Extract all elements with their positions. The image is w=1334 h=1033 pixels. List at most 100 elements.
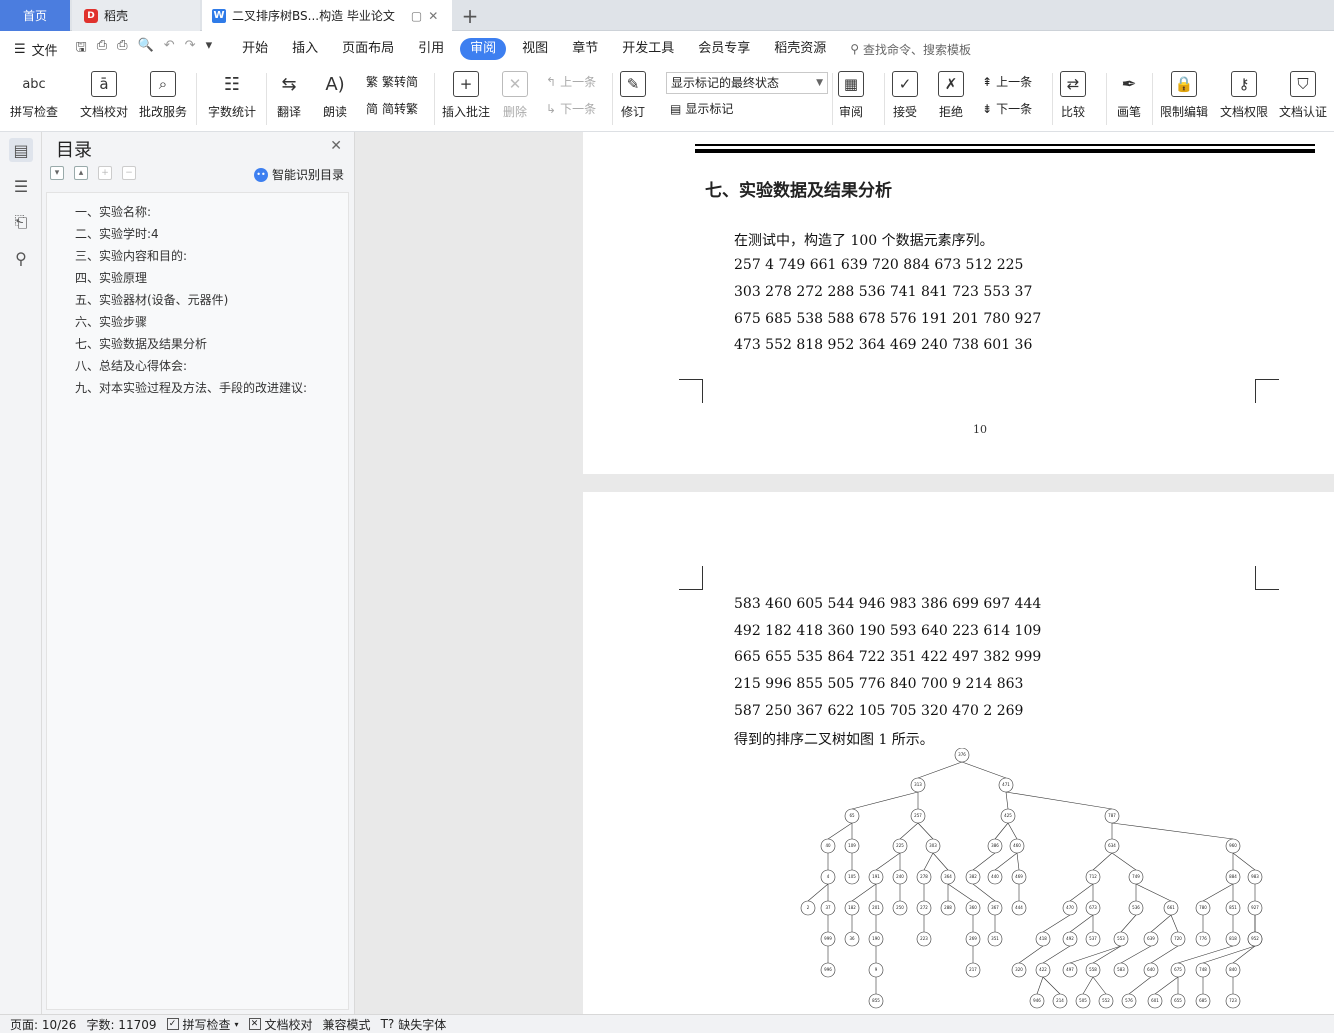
- document-page[interactable]: 七、实验数据及结果分析 在测试中，构造了 100 个数据元素序列。 257 4 …: [583, 132, 1334, 474]
- chapter-nav-icon[interactable]: ☰: [9, 174, 33, 198]
- accept-button[interactable]: ✓ 接受: [892, 71, 918, 120]
- document-workspace[interactable]: 七、实验数据及结果分析 在测试中，构造了 100 个数据元素序列。 257 4 …: [356, 132, 1334, 1014]
- tree-edge: [917, 761, 963, 779]
- expand-all-icon[interactable]: ▴: [74, 166, 88, 180]
- smart-toc-label: 智能识别目录: [271, 168, 344, 182]
- tree-node-label: 422: [1039, 967, 1047, 972]
- tree-node-label: 109: [848, 843, 856, 848]
- tree-edge: [1177, 945, 1234, 964]
- proof-status[interactable]: ✕ 文档校对: [248, 1016, 313, 1033]
- tree-node-label: 787: [1108, 813, 1116, 818]
- simp-to-trad-button[interactable]: 简简转繁: [366, 100, 418, 117]
- tab-daoke[interactable]: D 稻壳: [72, 0, 200, 31]
- bookmark-icon[interactable]: ⎗: [9, 210, 33, 234]
- word-count-label: 字数统计: [208, 105, 257, 119]
- word-count-indicator[interactable]: 字数: 11709: [86, 1016, 156, 1033]
- document-page[interactable]: 583 460 605 544 946 983 386 699 697 444 …: [583, 492, 1334, 1014]
- export-pdf-icon[interactable]: ⎙: [97, 38, 107, 60]
- compare-button[interactable]: ⇄ 比较: [1060, 71, 1086, 120]
- revise-service-button[interactable]: ⌕ 批改服务: [139, 71, 187, 120]
- markup-state-select[interactable]: 显示标记的最终状态 ▼: [666, 72, 828, 94]
- review-pane-button[interactable]: ▦ 审阅: [838, 71, 864, 120]
- word-count-button[interactable]: ☷ 字数统计: [208, 71, 256, 120]
- insert-comment-label: 插入批注: [442, 105, 491, 119]
- new-tab-button[interactable]: +: [458, 0, 482, 31]
- menu-layout[interactable]: 页面布局: [330, 38, 406, 60]
- add-entry-icon[interactable]: +: [98, 166, 112, 180]
- collapse-all-icon[interactable]: ▾: [50, 166, 64, 180]
- print-icon[interactable]: ⎙: [117, 38, 127, 60]
- page-indicator[interactable]: 页面: 10/26: [10, 1016, 76, 1033]
- translate-button[interactable]: ⇆ 翻译: [276, 71, 302, 120]
- next-change-button[interactable]: ⇟ 下一条: [982, 100, 1032, 117]
- menu-start[interactable]: 开始: [230, 38, 280, 60]
- hamburger-icon: ☰: [14, 41, 26, 57]
- toc-item[interactable]: 三、实验内容和目的:: [75, 247, 187, 264]
- tree-edge: [827, 822, 853, 840]
- accept-icon: ✓: [892, 71, 918, 97]
- document-permission-button[interactable]: ⚷ 文档权限: [1220, 71, 1268, 120]
- toc-item[interactable]: 一、实验名称:: [75, 203, 151, 220]
- tab-home[interactable]: 首页: [0, 0, 70, 31]
- search-icon[interactable]: ⚲: [9, 246, 33, 270]
- menu-developer[interactable]: 开发工具: [610, 38, 686, 60]
- toc-item[interactable]: 九、对本实验过程及方法、手段的改进建议:: [75, 379, 307, 396]
- read-aloud-button[interactable]: A) 朗读: [322, 71, 348, 120]
- track-changes-icon: ✎: [620, 71, 646, 97]
- close-icon[interactable]: ✕: [330, 138, 342, 154]
- next-comment-icon: ↳: [546, 101, 557, 116]
- document-proof-button[interactable]: ā 文档校对: [80, 71, 128, 120]
- spell-check-button[interactable]: abc 拼写检查: [10, 71, 58, 120]
- next-comment-button[interactable]: ↳ 下一条: [546, 100, 596, 117]
- tree-node-label: 9: [875, 967, 878, 972]
- remove-entry-icon[interactable]: −: [122, 166, 136, 180]
- pin-icon[interactable]: ▢: [411, 9, 422, 23]
- menu-review[interactable]: 审阅: [460, 38, 507, 60]
- tree-edge: [1232, 852, 1256, 871]
- insert-comment-button[interactable]: + 插入批注: [442, 71, 490, 120]
- toc-item[interactable]: 七、实验数据及结果分析: [75, 335, 207, 352]
- separator: [196, 73, 197, 125]
- redo-icon[interactable]: ↷: [185, 38, 196, 60]
- menu-member[interactable]: 会员专享: [686, 38, 762, 60]
- pen-button[interactable]: ✒ 画笔: [1116, 71, 1142, 120]
- toc-item[interactable]: 二、实验学时:4: [75, 225, 159, 242]
- toc-item[interactable]: 四、实验原理: [75, 269, 147, 286]
- document-certify-button[interactable]: ⛉ 文档认证: [1279, 71, 1327, 120]
- toc-item[interactable]: 八、总结及心得体会:: [75, 357, 187, 374]
- menu-view[interactable]: 视图: [510, 38, 560, 60]
- close-tab-icon[interactable]: ✕: [428, 9, 438, 23]
- page-number: 10: [973, 423, 987, 436]
- delete-comment-button[interactable]: ✕ 删除: [502, 71, 528, 120]
- tab-document[interactable]: W 二叉排序树BS...构造 毕业论文 ▢ ✕: [202, 0, 452, 31]
- tree-node-label: 576: [1125, 998, 1133, 1003]
- customize-chevron-icon[interactable]: ▾: [206, 38, 213, 60]
- tree-node-label: 685: [1199, 998, 1207, 1003]
- tree-node-label: 999: [824, 936, 832, 941]
- menu-daoke-resources[interactable]: 稻壳资源: [762, 38, 838, 60]
- toc-item[interactable]: 五、实验器材(设备、元器件): [75, 291, 228, 308]
- prev-comment-button[interactable]: ↰ 上一条: [546, 73, 596, 90]
- permission-icon: ⚷: [1231, 71, 1257, 97]
- show-markup-button[interactable]: ▤ 显示标记: [670, 100, 733, 117]
- save-icon[interactable]: 🖫: [76, 38, 87, 60]
- daoke-logo-icon: D: [84, 8, 98, 23]
- track-changes-button[interactable]: ✎ 修订: [620, 71, 646, 120]
- file-menu[interactable]: ☰ 文件: [14, 40, 58, 59]
- command-search[interactable]: ⚲ 查找命令、搜索模板: [850, 41, 971, 58]
- prev-change-button[interactable]: ⇞ 上一条: [982, 73, 1032, 90]
- menu-insert[interactable]: 插入: [280, 38, 330, 60]
- smart-toc-button[interactable]: •• 智能识别目录: [253, 166, 344, 183]
- toc-item[interactable]: 六、实验步骤: [75, 313, 147, 330]
- missing-font-status[interactable]: T? 缺失字体: [381, 1016, 447, 1033]
- undo-icon[interactable]: ↶: [164, 38, 175, 60]
- outline-icon[interactable]: ▤: [9, 138, 33, 162]
- trad-to-simp-button[interactable]: 繁繁转简: [366, 73, 418, 90]
- reject-button[interactable]: ✗ 拒绝: [938, 71, 964, 120]
- menu-section[interactable]: 章节: [560, 38, 610, 60]
- restrict-editing-button[interactable]: 🔒 限制编辑: [1160, 71, 1208, 120]
- spell-check-status[interactable]: ✓ 拼写检查 ▾: [166, 1016, 239, 1033]
- print-preview-icon[interactable]: 🔍: [138, 38, 154, 60]
- menu-references[interactable]: 引用: [406, 38, 456, 60]
- paragraph-line: 587 250 367 622 105 705 320 470 2 269: [734, 703, 1024, 719]
